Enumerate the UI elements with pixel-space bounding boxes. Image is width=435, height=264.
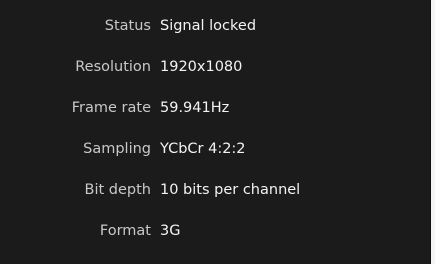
format-value: 3G	[160, 223, 181, 239]
frame-rate-label: Frame rate	[71, 100, 151, 116]
frame-rate-row: Frame rate 59.941Hz	[0, 88, 431, 129]
status-label: Status	[104, 18, 151, 34]
resolution-label: Resolution	[75, 59, 151, 75]
status-value: Signal locked	[160, 18, 257, 34]
resolution-row: Resolution 1920x1080	[0, 47, 431, 88]
bit-depth-row: Bit depth 10 bits per channel	[0, 170, 431, 211]
status-row: Status Signal locked	[0, 6, 431, 47]
sampling-row: Sampling YCbCr 4:2:2	[0, 129, 431, 170]
sampling-value: YCbCr 4:2:2	[160, 141, 246, 157]
signal-info-panel: Status Signal locked Resolution 1920x108…	[0, 0, 431, 264]
bit-depth-label: Bit depth	[84, 182, 151, 198]
format-label: Format	[99, 223, 151, 239]
frame-rate-value: 59.941Hz	[160, 100, 230, 116]
sampling-label: Sampling	[83, 141, 151, 157]
window-edge	[431, 0, 435, 264]
format-row: Format 3G	[0, 211, 431, 252]
signal-properties-list: Status Signal locked Resolution 1920x108…	[0, 18, 431, 252]
bit-depth-value: 10 bits per channel	[160, 182, 301, 198]
resolution-value: 1920x1080	[160, 59, 243, 75]
